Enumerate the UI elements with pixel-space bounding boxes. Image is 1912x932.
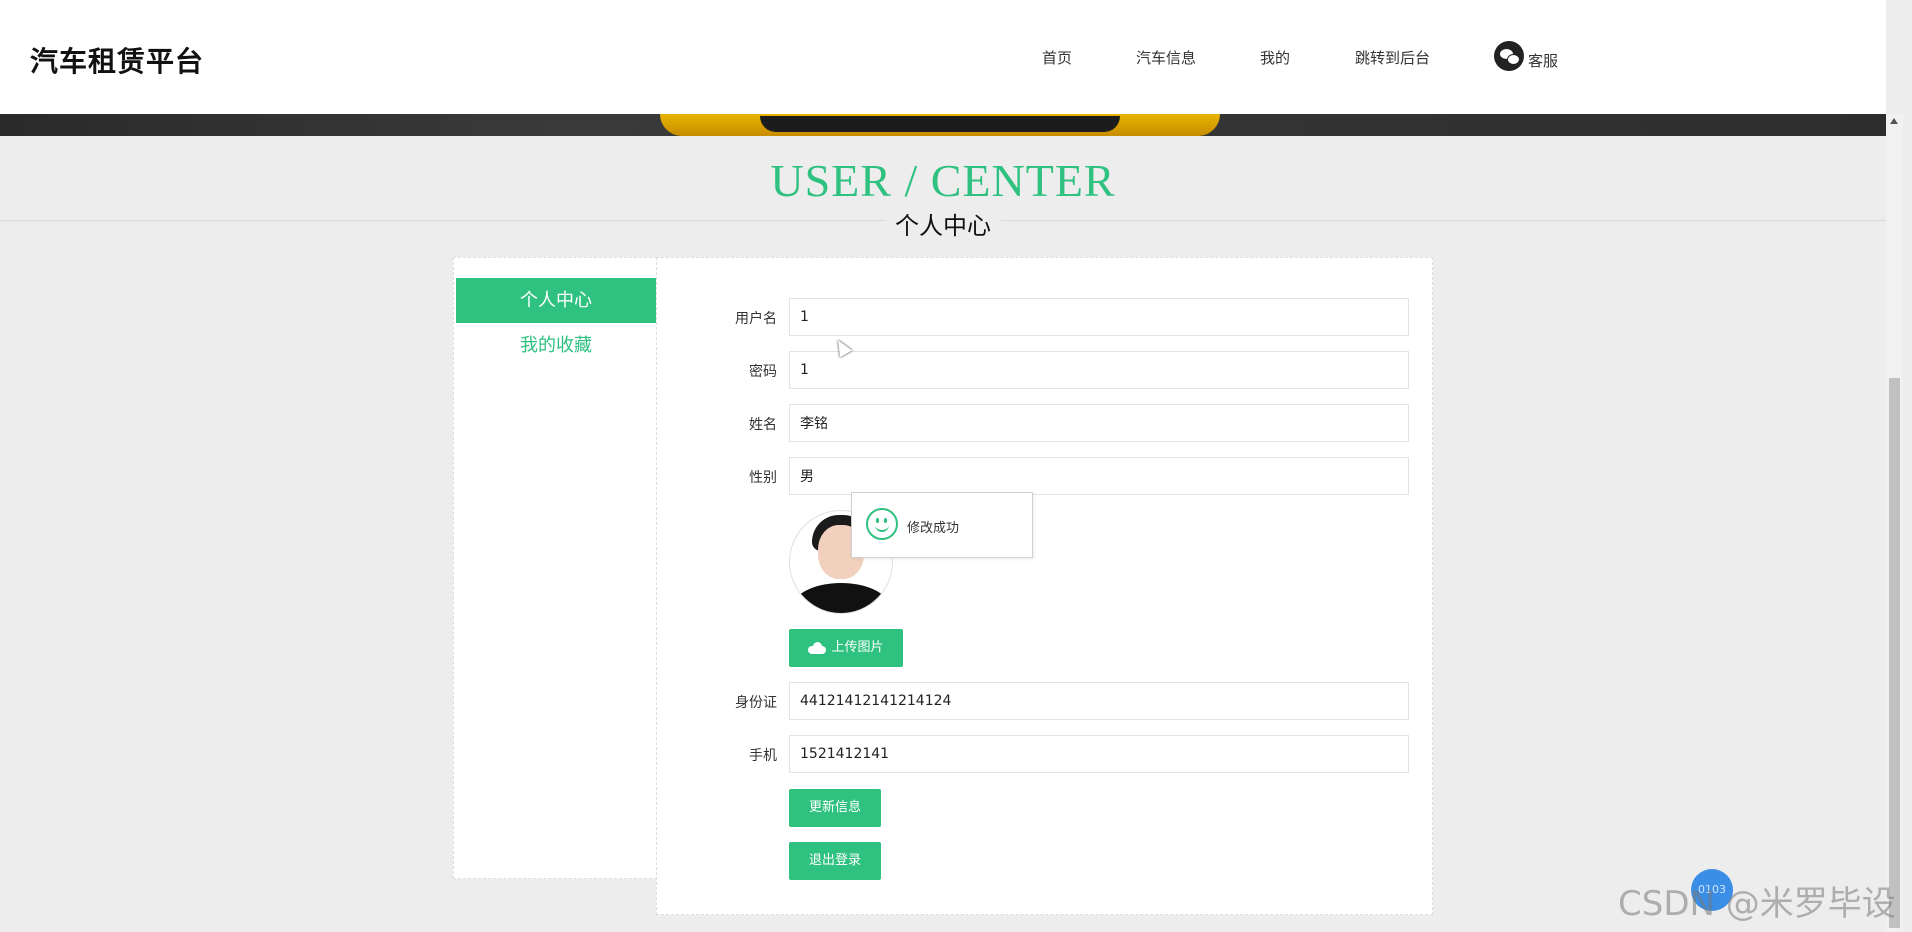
scroll-up-icon[interactable] — [1890, 118, 1898, 124]
logout-button[interactable]: 退出登录 — [789, 842, 881, 880]
nav-car-info-link[interactable]: 汽车信息 — [1136, 47, 1196, 68]
smile-icon — [866, 508, 898, 540]
section-title-cn: 个人中心 — [885, 206, 1001, 241]
site-brand[interactable]: 汽车租赁平台 — [30, 40, 204, 80]
phone-input[interactable] — [789, 735, 1409, 773]
name-label: 姓名 — [749, 417, 777, 433]
update-info-button[interactable]: 更新信息 — [789, 789, 881, 827]
watermark-text: CSDN @米罗毕设 — [1618, 884, 1896, 924]
password-input[interactable] — [789, 351, 1409, 389]
name-input[interactable] — [789, 404, 1409, 442]
profile-form: 用户名 密码 姓名 性别 上传图片 身份证 手机 更新信息 退出登录 — [656, 257, 1433, 915]
top-navigation: 汽车租赁平台 首页 汽车信息 我的 跳转到后台 客服 — [0, 0, 1886, 114]
gender-input[interactable] — [789, 457, 1409, 495]
id-card-input[interactable] — [789, 682, 1409, 720]
success-toast: 修改成功 — [851, 492, 1033, 558]
user-center-menu: 个人中心 我的收藏 — [453, 257, 657, 879]
scroll-thumb[interactable] — [1889, 378, 1900, 928]
banner-image — [0, 114, 1886, 136]
upload-image-button[interactable]: 上传图片 — [789, 629, 903, 667]
nav-mine-link[interactable]: 我的 — [1260, 47, 1290, 68]
toast-message: 修改成功 — [907, 521, 960, 536]
username-input[interactable] — [789, 298, 1409, 336]
section-title-en: USER / CENTER — [770, 155, 1116, 206]
menu-item-user-center[interactable]: 个人中心 — [456, 278, 656, 323]
menu-item-favorites[interactable]: 我的收藏 — [456, 323, 656, 368]
customer-service-label: 客服 — [1528, 51, 1559, 70]
wechat-icon — [1494, 41, 1524, 71]
upload-image-label: 上传图片 — [831, 640, 884, 655]
nav-home-link[interactable]: 首页 — [1042, 47, 1072, 68]
nav-admin-link[interactable]: 跳转到后台 — [1355, 47, 1430, 68]
customer-service-link[interactable]: 客服 — [1494, 41, 1558, 71]
cloud-upload-icon — [808, 642, 827, 654]
id-card-label: 身份证 — [735, 695, 777, 711]
password-label: 密码 — [749, 364, 777, 380]
phone-label: 手机 — [749, 748, 777, 764]
page-scrollbar[interactable] — [1886, 114, 1903, 932]
gender-label: 性别 — [749, 470, 777, 486]
username-label: 用户名 — [735, 311, 777, 327]
